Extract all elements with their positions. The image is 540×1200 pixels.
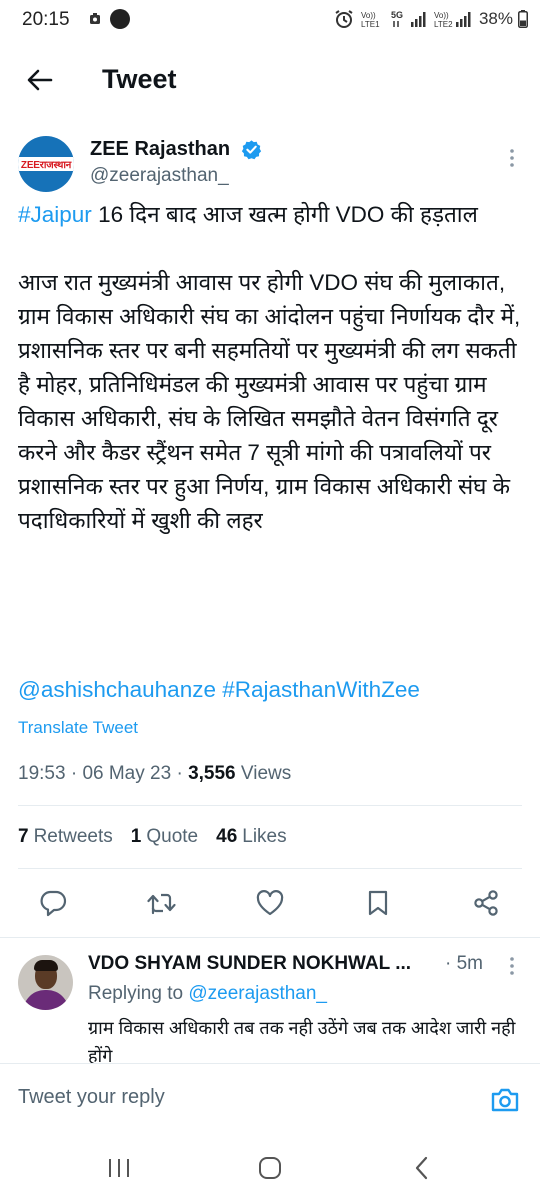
replying-to: Replying to @zeerajasthan_ bbox=[88, 983, 327, 1005]
arrow-left-icon bbox=[27, 69, 53, 91]
reply-author-name[interactable]: VDO SHYAM SUNDER NOKHWAL ... bbox=[88, 953, 460, 975]
bookmark-icon bbox=[368, 890, 388, 916]
hashtag-link[interactable]: #Jaipur bbox=[18, 202, 92, 227]
mention-link[interactable]: @ashishchauhanze bbox=[18, 677, 216, 702]
status-bar: 20:15 Vo)) LTE1 5G Vo)) LTE2 38% bbox=[0, 0, 540, 40]
more-vertical-icon bbox=[510, 957, 514, 975]
tweet-stats: 7 Retweets 1 Quote 46 Likes bbox=[18, 826, 287, 848]
reply-composer bbox=[0, 1063, 540, 1137]
alarm-icon bbox=[335, 10, 353, 28]
views-label: Views bbox=[240, 763, 292, 784]
svg-text:Vo)): Vo)) bbox=[434, 11, 449, 20]
replying-prefix: Replying to bbox=[88, 983, 184, 1004]
reply-time: · 5m bbox=[445, 953, 483, 974]
quotes-label: Quote bbox=[146, 826, 199, 847]
back-button[interactable] bbox=[18, 58, 62, 102]
views-count: 3,556 bbox=[188, 763, 236, 784]
quotes-stat[interactable]: 1 Quote bbox=[131, 826, 198, 848]
author-handle[interactable]: @zeerajasthan_ bbox=[90, 165, 229, 187]
quotes-count: 1 bbox=[130, 826, 142, 847]
tweet-headline-text: 16 दिन बाद आज खत्म होगी VDO की हड़ताल bbox=[98, 202, 478, 227]
like-icon bbox=[256, 890, 284, 916]
reply-more-options-button[interactable] bbox=[500, 954, 524, 978]
notification-icon bbox=[90, 13, 100, 24]
likes-count: 46 bbox=[216, 826, 238, 847]
reply-input[interactable] bbox=[18, 1086, 458, 1109]
camera-icon bbox=[491, 1088, 519, 1112]
share-icon bbox=[474, 890, 498, 916]
more-vertical-icon bbox=[510, 149, 514, 167]
tweet-tags: @ashishchauhanze #RajasthanWithZee bbox=[18, 674, 420, 706]
tweet-time: 19:53 bbox=[18, 763, 66, 784]
author-avatar[interactable]: ZEEराजस्थान bbox=[18, 136, 74, 192]
retweet-button[interactable] bbox=[147, 888, 177, 918]
reply-icon bbox=[40, 890, 67, 917]
avatar-shape bbox=[23, 990, 69, 1010]
signal-5g-icon: 5G bbox=[391, 10, 426, 27]
more-options-button[interactable] bbox=[500, 146, 524, 170]
retweets-count: 7 bbox=[18, 826, 29, 847]
signal-sim2-icon: Vo)) LTE2 bbox=[434, 11, 471, 29]
volte-icon: Vo)) LTE1 bbox=[361, 11, 380, 29]
back-icon bbox=[415, 1156, 428, 1180]
home-icon bbox=[259, 1157, 281, 1179]
app-notification-icon bbox=[110, 9, 130, 29]
system-nav-bar bbox=[0, 1137, 540, 1200]
retweets-label: Retweets bbox=[33, 826, 113, 847]
svg-text:LTE2: LTE2 bbox=[434, 20, 453, 29]
author-name[interactable]: ZEE Rajasthan bbox=[90, 138, 230, 161]
translate-tweet-link[interactable]: Translate Tweet bbox=[18, 718, 138, 738]
divider bbox=[18, 805, 522, 806]
verified-badge-icon bbox=[241, 140, 262, 160]
avatar-logo-text: ZEEराजस्थान bbox=[20, 160, 72, 171]
share-button[interactable] bbox=[471, 888, 501, 918]
system-back-button[interactable] bbox=[407, 1153, 437, 1183]
reply-button[interactable] bbox=[38, 888, 68, 918]
tweet-meta: 19:53 · 06 May 23 · 3,556 Views bbox=[18, 763, 292, 784]
tweet-date: 06 May 23 bbox=[82, 763, 172, 784]
battery-percent: 38% bbox=[478, 9, 513, 28]
page-title: Tweet bbox=[102, 64, 177, 94]
avatar-shape bbox=[34, 960, 58, 971]
divider bbox=[0, 937, 540, 938]
reply-text: ग्राम विकास अधिकारी तब तक नही उठेंगे जब … bbox=[88, 1018, 516, 1064]
svg-text:5G: 5G bbox=[391, 10, 403, 20]
svg-text:LTE1: LTE1 bbox=[361, 20, 380, 29]
status-time: 20:15 bbox=[22, 9, 70, 30]
svg-text:Vo)): Vo)) bbox=[361, 11, 376, 20]
camera-button[interactable] bbox=[490, 1086, 520, 1114]
battery-icon bbox=[518, 10, 528, 28]
hashtag-link-2[interactable]: #RajasthanWithZee bbox=[222, 677, 420, 702]
tweet-text: #Jaipur 16 दिन बाद आज खत्म होगी VDO की ह… bbox=[18, 198, 524, 538]
divider bbox=[18, 868, 522, 869]
recents-icon bbox=[109, 1159, 129, 1177]
retweets-stat[interactable]: 7 Retweets bbox=[18, 826, 113, 848]
likes-label: Likes bbox=[242, 826, 287, 847]
top-bar: Tweet bbox=[0, 40, 540, 122]
bookmark-button[interactable] bbox=[363, 888, 393, 918]
status-indicators: Vo)) LTE1 5G Vo)) LTE2 38% bbox=[333, 8, 528, 30]
like-button[interactable] bbox=[255, 888, 285, 918]
tweet-headline: #Jaipur 16 दिन बाद आज खत्म होगी VDO की ह… bbox=[18, 198, 524, 232]
home-button[interactable] bbox=[255, 1153, 285, 1183]
reply-author-avatar[interactable] bbox=[18, 955, 73, 1010]
replying-handle-link[interactable]: @zeerajasthan_ bbox=[188, 983, 327, 1004]
tweet-paragraph: आज रात मुख्यमंत्री आवास पर होगी VDO संघ … bbox=[18, 270, 521, 533]
recents-button[interactable] bbox=[104, 1153, 134, 1183]
likes-stat[interactable]: 46 Likes bbox=[216, 826, 287, 848]
tweet-actions bbox=[0, 880, 540, 926]
avatar-logo: ZEEराजस्थान bbox=[18, 157, 74, 171]
retweet-icon bbox=[147, 893, 176, 915]
